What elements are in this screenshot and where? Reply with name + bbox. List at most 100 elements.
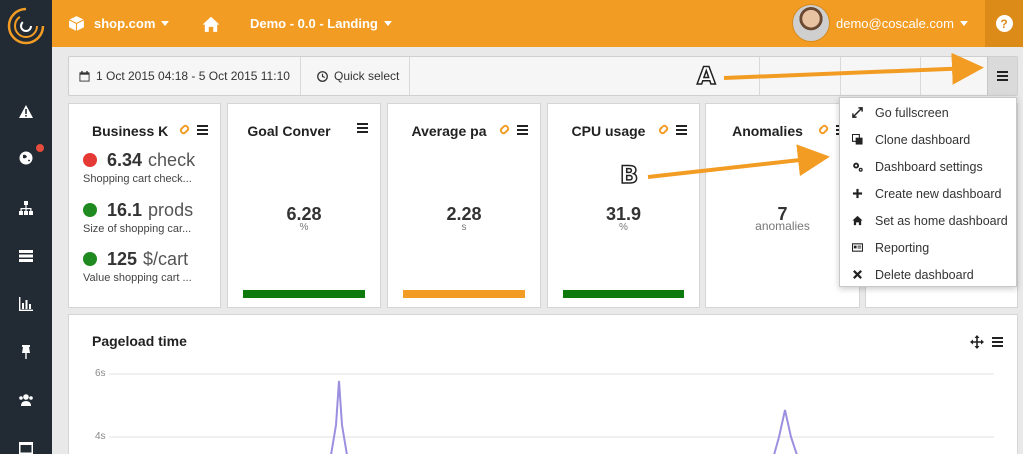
series-line: [773, 409, 798, 454]
kpi-label: Size of shopping car...: [83, 223, 192, 235]
goal-conversion-widget[interactable]: Goal Conver 6.28 %: [227, 103, 381, 308]
annotation-label-a: A: [696, 61, 716, 91]
bar-chart-icon[interactable]: [14, 292, 38, 316]
widget-actions: [178, 123, 208, 136]
widget-status-bar: [243, 290, 365, 298]
menu-item-label: Set as home dashboard: [875, 213, 1008, 228]
clock-icon: [317, 70, 328, 82]
menu-item-go-fullscreen[interactable]: Go fullscreen: [840, 99, 1016, 126]
pin-icon[interactable]: [14, 340, 38, 364]
hamburger-icon[interactable]: [357, 123, 368, 133]
chevron-down-icon: [959, 21, 968, 26]
widget-unit: anomalies: [755, 219, 810, 233]
cpu-usage-widget[interactable]: CPU usage 31.9 %: [547, 103, 700, 308]
expand-icon: [850, 106, 864, 120]
close-icon: [850, 268, 864, 282]
anomalies-widget[interactable]: Anomalies 7 anomalies: [705, 103, 860, 308]
kpi-value: 125: [107, 248, 138, 269]
kpi-unit: $/cart: [143, 248, 189, 269]
kpi-item: 16.1 prods Size of shopping car...: [83, 199, 193, 235]
home-button[interactable]: [202, 0, 220, 47]
widget-unit: %: [299, 222, 309, 233]
alert-icon[interactable]: [14, 100, 38, 124]
chevron-down-icon: [383, 21, 392, 26]
add-widget-button[interactable]: [759, 57, 841, 95]
chart-plot: [109, 373, 994, 454]
menu-item-reporting[interactable]: Reporting: [840, 234, 1016, 261]
widget-actions: [657, 123, 687, 136]
shop-selector[interactable]: shop.com: [68, 0, 170, 47]
dashboard-menu-button[interactable]: [987, 57, 1017, 95]
globe-icon[interactable]: [14, 146, 38, 170]
pageload-chart-widget[interactable]: Pageload time 6s 4s: [68, 314, 1018, 454]
help-button[interactable]: ?: [985, 0, 1023, 47]
kpi-item: 125 $/cart Value shopping cart ...: [83, 248, 192, 284]
kpi-item: 6.34 check Shopping cart check...: [83, 149, 195, 185]
sitemap-icon[interactable]: [14, 196, 38, 220]
date-range-label: 1 Oct 2015 04:18 - 5 Oct 2015 11:10: [96, 69, 290, 83]
user-menu[interactable]: demo@coscale.com: [836, 0, 968, 47]
hamburger-icon[interactable]: [197, 124, 208, 135]
report-icon: [850, 241, 864, 255]
menu-item-label: Go fullscreen: [875, 105, 949, 120]
menu-item-label: Clone dashboard: [875, 132, 971, 147]
kpi-unit: prods: [148, 199, 194, 220]
widget-actions: [498, 123, 528, 136]
link-icon[interactable]: [498, 123, 511, 136]
business-kpi-widget[interactable]: Business K 6.34 check Shopping cart check…: [68, 103, 221, 308]
plus-icon: [850, 187, 864, 201]
kpi-value: 16.1: [107, 199, 143, 220]
menu-item-label: Dashboard settings: [875, 159, 983, 174]
kpi-label: Value shopping cart ...: [83, 272, 192, 284]
widget-unit: %: [619, 222, 628, 233]
kpi-unit: check: [148, 149, 196, 170]
help-icon: ?: [995, 15, 1013, 32]
widget-unit: s: [461, 222, 467, 233]
widget-actions: [357, 123, 368, 133]
clone-icon: [850, 133, 864, 147]
menu-item-set-as-home-dashboard[interactable]: Set as home dashboard: [840, 207, 1016, 234]
average-pageload-widget[interactable]: Average pa 2.28 s: [387, 103, 541, 308]
chevron-down-icon: [161, 21, 170, 26]
link-icon[interactable]: [817, 123, 830, 136]
calendar-icon: [79, 70, 90, 82]
menu-item-dashboard-settings[interactable]: Dashboard settings: [840, 153, 1016, 180]
top-bar: shop.com Demo - 0.0 - Landing demo@cosca…: [52, 0, 1023, 47]
status-dot-red: [83, 153, 97, 167]
avatar[interactable]: [792, 4, 830, 42]
status-dot-green: [83, 252, 97, 266]
quick-select-label: Quick select: [334, 69, 400, 83]
dashboard-selector[interactable]: Demo - 0.0 - Landing: [250, 0, 392, 47]
status-dot-green: [83, 203, 97, 217]
menu-item-clone-dashboard[interactable]: Clone dashboard: [840, 126, 1016, 153]
series-line: [330, 380, 348, 454]
menu-item-create-new-dashboard[interactable]: Create new dashboard: [840, 180, 1016, 207]
menu-item-label: Create new dashboard: [875, 186, 1002, 201]
dashboard-toolbar: 1 Oct 2015 04:18 - 5 Oct 2015 11:10 Quic…: [68, 56, 1018, 96]
link-icon[interactable]: [657, 123, 670, 136]
sidebar: [0, 0, 52, 454]
annotation-label-b: B: [619, 160, 639, 190]
shop-label: shop.com: [94, 16, 156, 31]
window-icon[interactable]: [14, 436, 38, 454]
hamburger-icon[interactable]: [517, 124, 528, 135]
dashboard-menu-dropdown: Go fullscreen Clone dashboard Dashboard …: [839, 97, 1017, 287]
coscale-logo-icon[interactable]: [6, 6, 46, 46]
link-icon[interactable]: [178, 123, 191, 136]
notification-dot: [36, 144, 44, 152]
menu-item-delete-dashboard[interactable]: Delete dashboard: [840, 261, 1016, 288]
hamburger-icon[interactable]: [676, 124, 687, 135]
cube-icon: [68, 16, 85, 31]
date-range-picker[interactable]: 1 Oct 2015 04:18 - 5 Oct 2015 11:10: [69, 57, 301, 95]
kpi-value: 6.34: [107, 149, 143, 170]
users-icon[interactable]: [14, 388, 38, 412]
hamburger-icon: [997, 71, 1008, 81]
home-icon: [850, 214, 864, 228]
widget-status-bar: [563, 290, 684, 298]
kpi-label: Shopping cart check...: [83, 173, 192, 185]
menu-item-label: Delete dashboard: [875, 267, 974, 282]
list-icon[interactable]: [14, 244, 38, 268]
quick-select-button[interactable]: Quick select: [307, 57, 411, 95]
widget-status-bar: [403, 290, 525, 298]
menu-item-label: Reporting: [875, 240, 930, 255]
